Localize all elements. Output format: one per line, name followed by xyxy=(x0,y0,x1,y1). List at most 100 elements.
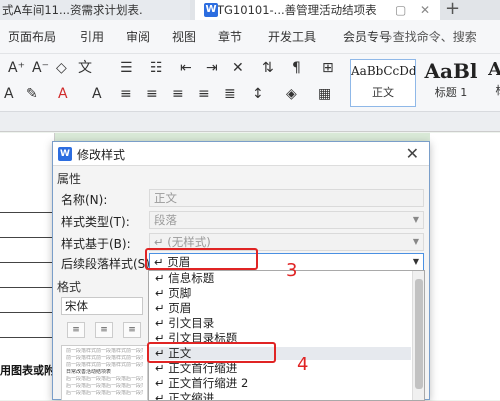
preview-previous-paragraph: 前一段落样式前一段落样式前一段落样式前一段落 xyxy=(66,362,143,368)
name-field[interactable]: 正文 xyxy=(149,189,424,207)
list-item[interactable]: ↵ 正文首行缩进 2 xyxy=(149,377,411,390)
chevron-down-icon: ▼ xyxy=(412,257,419,266)
align-left-icon[interactable]: ≡ xyxy=(120,86,132,102)
preview-next-paragraph: 后一段落后一段落后一段落后一段落 xyxy=(66,383,143,389)
document-page xyxy=(0,133,55,400)
align-left-icon[interactable]: ≡ xyxy=(67,322,85,338)
style-type-value: 段落 xyxy=(154,213,177,227)
menu-member[interactable]: 会员专号 xyxy=(343,28,391,45)
tab-label: 式A车间11...资需求计划表. xyxy=(2,3,143,17)
next-style-dropdown-list: ↵ 信息标题 ↵ 页脚 ↵ 页眉 ↵ 引文目录 ↵ 引文目录标题 ↵ 正文 ↵ … xyxy=(148,270,425,401)
annotation-number: 3 xyxy=(286,260,298,281)
font-size-decrease-icon[interactable]: A⁻ xyxy=(32,60,49,76)
list-item[interactable]: ↵ 页脚 xyxy=(149,287,411,300)
chinese-layout-icon[interactable]: ✕ xyxy=(232,60,244,76)
numbered-list-icon[interactable]: ☷ xyxy=(150,60,163,76)
menu-section[interactable]: 章节 xyxy=(218,28,242,45)
dialog-title-bar: W 修改样式 ✕ xyxy=(53,142,429,166)
preview-next-paragraph: 后一段落后一段落后一段落后一段落 xyxy=(66,376,143,382)
next-style-label: 后续段落样式(S): xyxy=(61,257,155,271)
close-icon[interactable]: ✕ xyxy=(406,144,419,163)
borders-icon[interactable]: ⊞ xyxy=(322,60,334,76)
preview-previous-paragraph: 前一段落样式前一段落样式前一段落样式前一段落 xyxy=(66,348,143,354)
new-tab-icon[interactable]: + xyxy=(445,0,460,18)
document-table xyxy=(0,188,52,338)
style-type-label: 样式类型(T): xyxy=(61,215,130,229)
style-heading-2[interactable]: Aa 标 xyxy=(486,59,500,107)
style-heading-1[interactable]: AaBl 标题 1 xyxy=(418,59,484,107)
dropdown-scrollbar[interactable] xyxy=(412,271,424,400)
tab-bar: 式A车间11...资需求计划表. TG10101-...善管理活动结项表 W ▢… xyxy=(0,0,500,20)
line-spacing-icon[interactable]: ↕ xyxy=(252,86,264,102)
document-tab-1[interactable]: 式A车间11...资需求计划表. xyxy=(0,0,190,20)
preview-current-paragraph: 日常改善活动结项表 xyxy=(66,369,112,375)
formatting-toolbar: A⁺ A⁻ ◇ 文 ☰ ☷ ⇤ ⇥ ✕ ⇅ ¶ ⊞ A ✎ A A ≡ ≡ ≡ … xyxy=(0,54,500,112)
command-search[interactable]: ⌕查找命令、搜索 xyxy=(386,28,477,45)
pin-icon[interactable]: ▢ xyxy=(395,0,406,20)
format-section-label: 格式 xyxy=(57,280,82,294)
annotation-box-next-style xyxy=(145,248,258,270)
list-item[interactable]: ↵ 信息标题 xyxy=(149,272,411,285)
style-preview-box: 前一段落样式前一段落样式前一段落样式前一段落 前一段落样式前一段落样式前一段落样… xyxy=(61,345,148,401)
style-name-label: 正文 xyxy=(372,86,394,99)
font-select[interactable]: 宋体 xyxy=(61,297,143,315)
font-value: 宋体 xyxy=(65,299,88,313)
tab-label: TG10101-...善管理活动结项表 xyxy=(217,3,377,17)
chevron-down-icon: ▼ xyxy=(412,215,419,224)
style-preview-text: AaBl xyxy=(424,59,478,83)
font-size-increase-icon[interactable]: A⁺ xyxy=(8,60,25,76)
horizontal-ruler[interactable] xyxy=(0,112,500,132)
annotation-box-normal xyxy=(147,342,276,363)
align-right-icon[interactable]: ≡ xyxy=(172,86,184,102)
menu-references[interactable]: 引用 xyxy=(80,28,104,45)
align-center-icon[interactable]: ≡ xyxy=(146,86,158,102)
font-color-a-icon[interactable]: A xyxy=(4,86,14,102)
name-value: 正文 xyxy=(154,191,177,205)
document-text: 用图表或附 xyxy=(0,364,55,377)
scrollbar-thumb[interactable] xyxy=(415,279,423,389)
style-preview-text: AaBbCcDd xyxy=(351,64,415,78)
decrease-indent-icon[interactable]: ⇤ xyxy=(180,60,192,76)
style-name-label: 标 xyxy=(486,82,500,98)
wps-doc-icon: W xyxy=(204,3,218,17)
pinyin-icon[interactable]: 文 xyxy=(78,60,92,76)
justify-icon[interactable]: ≡ xyxy=(198,86,210,102)
border-grid-icon[interactable]: ▦ xyxy=(318,86,331,102)
menu-view[interactable]: 视图 xyxy=(172,28,196,45)
style-type-select[interactable]: 段落 ▼ xyxy=(149,211,424,229)
style-normal[interactable]: AaBbCcDd 正文 xyxy=(350,59,416,107)
menu-review[interactable]: 审阅 xyxy=(126,28,150,45)
char-border-icon[interactable]: A xyxy=(92,86,102,102)
show-marks-icon[interactable]: ¶ xyxy=(292,60,301,76)
sort-icon[interactable]: ⇅ xyxy=(262,60,274,76)
list-item[interactable]: ↵ 正文首行缩进 xyxy=(149,362,411,375)
annotation-number: 4 xyxy=(297,354,309,375)
highlight-icon[interactable]: ✎ xyxy=(26,86,38,102)
properties-section-label: 属性 xyxy=(57,172,82,186)
dialog-title: 修改样式 xyxy=(77,148,126,162)
align-center-icon[interactable]: ≡ xyxy=(95,322,113,338)
shading-icon[interactable]: ◈ xyxy=(286,86,297,102)
document-page-right xyxy=(430,133,500,400)
close-icon[interactable]: ✕ xyxy=(420,0,430,20)
menu-developer-tools[interactable]: 开发工具 xyxy=(268,28,316,45)
preview-previous-paragraph: 前一段落样式前一段落样式前一段落样式前一段落 xyxy=(66,355,143,361)
style-name-label: 标题 1 xyxy=(434,86,468,99)
clear-format-icon[interactable]: ◇ xyxy=(56,60,67,76)
search-icon: ⌕ xyxy=(386,30,393,44)
increase-indent-icon[interactable]: ⇥ xyxy=(206,60,218,76)
style-preview-text: Aa xyxy=(488,59,500,80)
name-label: 名称(N): xyxy=(61,193,108,207)
font-color-icon[interactable]: A xyxy=(58,86,68,102)
based-on-value: ↵ (无样式) xyxy=(154,235,211,249)
bullet-list-icon[interactable]: ☰ xyxy=(120,60,133,76)
wps-app-icon: W xyxy=(58,147,72,161)
menu-page-layout[interactable]: 页面布局 xyxy=(8,28,56,45)
based-on-label: 样式基于(B): xyxy=(61,237,131,251)
align-right-icon[interactable]: ≡ xyxy=(123,322,141,338)
search-text: 查找命令、搜索 xyxy=(392,30,477,44)
list-item[interactable]: ↵ 引文目录 xyxy=(149,317,411,330)
distribute-icon[interactable]: ≣ xyxy=(224,86,236,102)
ribbon-menu: 页面布局 引用 审阅 视图 章节 开发工具 会员专号 ⌕查找命令、搜索 xyxy=(0,20,500,54)
list-item[interactable]: ↵ 页眉 xyxy=(149,302,411,315)
